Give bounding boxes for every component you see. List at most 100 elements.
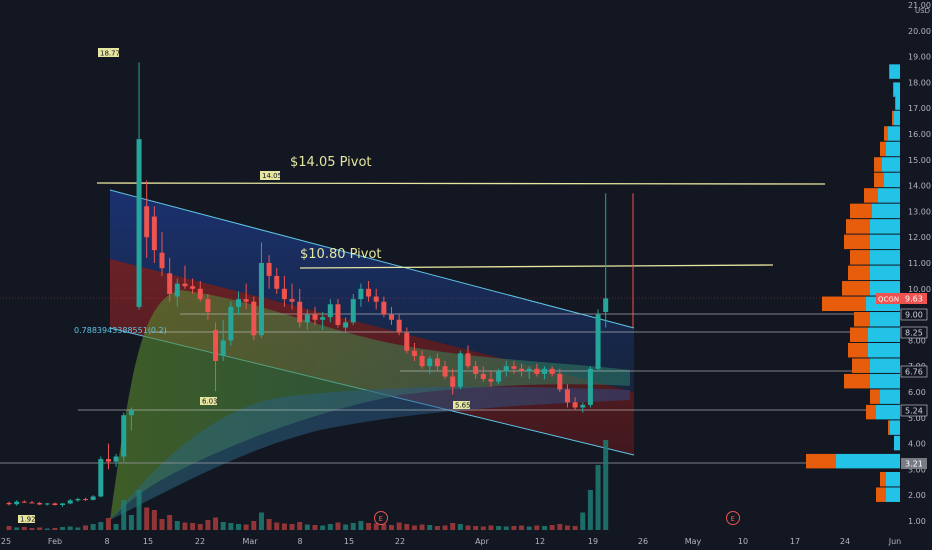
- svg-text:3.21: 3.21: [905, 460, 923, 469]
- candle: [98, 456, 104, 498]
- time-axis[interactable]: 25 Feb 8 15 22 Mar 8 15 22 Apr 12 19 26 May 10 17 24 Jun: [1, 537, 901, 546]
- x-tick-label: 8: [104, 537, 109, 546]
- candle: [121, 412, 127, 462]
- x-tick-label: Feb: [48, 537, 62, 546]
- y-tick-label: 18.00: [908, 78, 931, 87]
- volume-bar: [320, 525, 326, 530]
- candle: [44, 502, 50, 506]
- volume-bar: [29, 528, 35, 530]
- x-tick-label: 12: [535, 537, 545, 546]
- candle: [595, 309, 601, 372]
- svg-text:1.92: 1.92: [20, 516, 36, 524]
- volume-profile-row: [850, 203, 900, 219]
- candle: [457, 350, 463, 390]
- volume-bar: [6, 526, 12, 530]
- candle: [52, 502, 58, 506]
- x-tick-label: Jun: [888, 537, 902, 546]
- volume-bar: [557, 524, 563, 530]
- svg-text:9.63: 9.63: [905, 295, 923, 304]
- y-tick-label: 19.00: [908, 53, 931, 62]
- volume-profile-row: [874, 172, 900, 188]
- volume-profile-row: [884, 126, 900, 141]
- svg-text:9.00: 9.00: [905, 311, 923, 320]
- volume-bar: [587, 490, 593, 530]
- volume-bar: [373, 523, 379, 530]
- svg-text:6.76: 6.76: [905, 368, 923, 377]
- volume-bar: [411, 525, 417, 530]
- volume-profile-row: [880, 141, 900, 157]
- earnings-marker-2[interactable]: E: [726, 511, 740, 525]
- y-tick-label: 15.00: [908, 156, 931, 165]
- volume-bar: [534, 525, 540, 530]
- volume-bar: [190, 523, 196, 530]
- volume-bar: [519, 525, 525, 530]
- volume-bar: [572, 526, 578, 530]
- volume-bar: [37, 527, 43, 530]
- price-chart[interactable]: $14.05 Pivot $10.80 Pivot 0.788394338855…: [0, 0, 932, 550]
- volume-bar: [564, 525, 570, 530]
- volume-bar: [488, 525, 494, 530]
- volume-bar: [480, 526, 486, 530]
- volume-profile-row: [895, 95, 900, 110]
- pivot-14-line: [96, 182, 826, 185]
- candle: [21, 500, 27, 503]
- x-tick-label: 24: [840, 537, 850, 546]
- volume-bar: [83, 525, 88, 530]
- chart-window[interactable]: $14.05 Pivot $10.80 Pivot 0.788394338855…: [0, 0, 932, 550]
- svg-text:E: E: [731, 515, 735, 523]
- volume-bar: [343, 524, 349, 530]
- volume-bar: [434, 526, 440, 530]
- volume-bar: [144, 507, 150, 530]
- candle: [37, 501, 43, 506]
- volume-bar: [60, 527, 66, 530]
- axis-unit-label: USD: [915, 7, 930, 15]
- volume-bar: [442, 525, 448, 530]
- volume-bar: [542, 526, 547, 530]
- low-marker-3: 1.92: [18, 515, 36, 524]
- volume-profile-row: [848, 342, 900, 358]
- low-marker-2: 5.65: [453, 401, 471, 410]
- x-tick-label: 17: [790, 537, 800, 546]
- volume-bar: [136, 490, 142, 530]
- volume-profile-row: [806, 453, 900, 469]
- volume-bar: [258, 512, 264, 530]
- candle: [251, 296, 257, 341]
- candle: [60, 502, 66, 507]
- candle: [90, 495, 96, 501]
- volume-profile-row: [866, 404, 900, 420]
- volume-bar: [526, 526, 532, 530]
- volume-bars: [6, 440, 609, 530]
- volume-bar: [159, 519, 165, 530]
- volume-bar: [251, 521, 257, 530]
- candle: [105, 443, 111, 470]
- volume-bar: [427, 525, 433, 530]
- svg-text:18.77: 18.77: [100, 50, 120, 58]
- volume-bar: [75, 527, 81, 530]
- volume-bar: [580, 512, 586, 530]
- candle: [136, 62, 142, 310]
- y-tick-label: 4.00: [908, 440, 926, 449]
- volume-bar: [450, 523, 456, 530]
- volume-bar: [503, 526, 509, 530]
- x-tick-label: 19: [588, 537, 598, 546]
- volume-bar: [327, 524, 333, 530]
- svg-text:6.03: 6.03: [202, 398, 218, 406]
- pivot-marker: 14.05: [260, 171, 282, 180]
- candle: [29, 500, 35, 504]
- volume-bar: [105, 518, 111, 530]
- volume-bar: [603, 440, 609, 530]
- volume-bar: [205, 520, 211, 530]
- price-tag-825: 8.25: [900, 326, 928, 339]
- y-tick-label: 17.00: [908, 104, 931, 113]
- x-tick-label: 15: [143, 537, 153, 546]
- y-tick-label: 6.00: [908, 388, 926, 397]
- candle: [83, 497, 88, 501]
- volume-bar: [121, 500, 127, 530]
- volume-bar: [496, 526, 502, 530]
- volume-bar: [304, 524, 310, 530]
- price-axis[interactable]: 21.0020.0019.0018.0017.0016.0015.0014.00…: [908, 1, 931, 526]
- svg-text:E: E: [379, 515, 383, 523]
- volume-profile-row: [888, 420, 900, 435]
- volume-bar: [182, 522, 188, 530]
- earnings-marker-1[interactable]: E: [374, 511, 388, 525]
